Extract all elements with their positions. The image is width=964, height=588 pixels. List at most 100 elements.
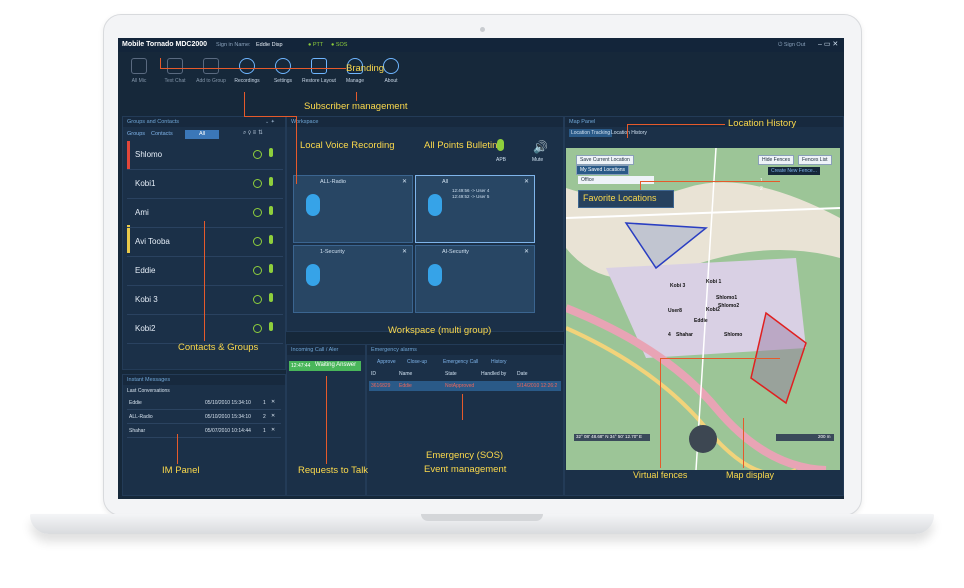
contact-item[interactable]: Kobi1	[127, 170, 283, 199]
close-icon[interactable]: ✕	[402, 248, 407, 255]
group-tile[interactable]: 1-Security ✕	[293, 245, 413, 313]
close-icon[interactable]: ✕	[524, 248, 529, 255]
restore-layout-button[interactable]: Restore Layout	[302, 56, 336, 96]
contact-item[interactable]: Ami	[127, 199, 283, 228]
user-marker-label[interactable]: Shlomo2	[718, 303, 739, 309]
virtual-fences-annotation: Virtual fences	[633, 470, 688, 480]
locate-icon[interactable]	[253, 179, 262, 188]
history-button[interactable]: History	[491, 359, 507, 365]
contact-item[interactable]: Eddie	[127, 257, 283, 286]
approve-button[interactable]: Approve	[377, 359, 396, 365]
user-marker-label[interactable]: Eddie	[694, 318, 708, 324]
close-icon[interactable]: ✕	[271, 427, 275, 433]
locate-icon[interactable]	[253, 150, 262, 159]
user-name: Eddie Disp	[256, 42, 283, 48]
alarm-state: NotApproved	[445, 383, 475, 389]
apb-mic-icon[interactable]	[497, 139, 504, 151]
user-marker-label[interactable]: User8	[668, 308, 682, 314]
mic-icon[interactable]	[306, 264, 320, 286]
locate-icon[interactable]	[253, 237, 262, 246]
tab-contacts[interactable]: Contacts	[151, 130, 179, 139]
mic-icon[interactable]	[269, 293, 273, 302]
im-row[interactable]: Eddie 05/10/2010 15:34:10 1 ✕	[127, 397, 281, 410]
user-marker-label[interactable]: Kobi2	[706, 307, 720, 313]
emergency-call-button[interactable]: Emergency Call	[443, 359, 478, 365]
close-icon[interactable]: ✕	[271, 399, 275, 405]
save-location-button[interactable]: Save Current Location	[576, 155, 634, 165]
contact-item[interactable]: Avi Tooba	[127, 228, 283, 257]
speaker-icon[interactable]: 🔊	[533, 140, 548, 154]
panel-controls[interactable]: ⌄ ✦	[265, 119, 275, 125]
contact-item[interactable]: Shlomo	[127, 141, 283, 170]
mic-icon[interactable]	[269, 264, 273, 273]
mic-icon[interactable]	[428, 194, 442, 216]
about-label: About	[384, 78, 398, 84]
contact-item[interactable]: Kobi2	[127, 315, 283, 344]
fences-list-button[interactable]: Fences List	[798, 155, 832, 165]
locate-icon[interactable]	[253, 208, 262, 217]
alarm-row[interactable]: 3616829 Eddie NotApproved 5/14/2010 12:2…	[369, 381, 561, 391]
user-marker-label[interactable]: Shahar	[676, 332, 693, 338]
user-marker-label[interactable]: Shlomo1	[716, 295, 737, 301]
callout-line	[244, 92, 245, 116]
sign-out-button[interactable]: ⏻ Sign Out	[778, 42, 805, 49]
im-row[interactable]: ALL-Radio 05/10/2010 15:34:10 2 ✕	[127, 411, 281, 424]
close-icon[interactable]: ✕	[271, 413, 275, 419]
mic-icon[interactable]	[269, 206, 273, 215]
locate-icon[interactable]	[253, 324, 262, 333]
close-up-button[interactable]: Close-up	[407, 359, 427, 365]
manage-button[interactable]: Manage	[338, 56, 372, 96]
info-icon	[383, 58, 399, 74]
recordings-button[interactable]: Recordings	[230, 56, 264, 96]
callout-line	[627, 124, 725, 125]
text-chat-button[interactable]: Text Chat	[158, 56, 192, 96]
search-icon[interactable]: ⌕ ⚲ ≡ ⇅	[243, 130, 263, 137]
tile-name: ALL-Radio	[320, 179, 346, 185]
tab-all[interactable]: All	[185, 130, 219, 139]
fence-item[interactable]: 2	[760, 186, 763, 192]
apb-annotation: All Points Bulletin	[424, 140, 498, 151]
mic-icon[interactable]	[306, 194, 320, 216]
close-icon[interactable]: ✕	[402, 178, 407, 185]
mic-icon[interactable]	[269, 177, 273, 186]
im-date: 05/10/2010 15:34:10	[205, 400, 251, 406]
im-row[interactable]: Shahar 05/07/2010 10:14:44 1 ✕	[127, 425, 281, 438]
workspace-header: Workspace	[287, 117, 563, 127]
event-annotation: Event management	[424, 464, 507, 475]
user-marker-label[interactable]: Shlomo	[724, 332, 742, 338]
map-panel-header: Map Panel	[565, 117, 843, 127]
contact-item[interactable]: Kobi 3	[127, 286, 283, 315]
locate-icon[interactable]	[253, 295, 262, 304]
group-tile[interactable]: All 12:49:56 -> User 4 12:49:52 -> User …	[415, 175, 535, 243]
branding-annotation: Branding	[346, 63, 385, 74]
create-fence-link[interactable]: Create New Fence...	[768, 167, 820, 175]
user-marker-label[interactable]: Kobi 3	[670, 283, 685, 289]
about-button[interactable]: About	[374, 56, 408, 96]
mic-icon[interactable]	[428, 264, 442, 286]
mic-icon[interactable]	[269, 148, 273, 157]
group-tile[interactable]: ALL-Radio ✕	[293, 175, 413, 243]
all-mic-button[interactable]: All Mic	[122, 56, 156, 96]
app-title: Mobile Tornado MDC2000	[122, 41, 208, 48]
locate-icon[interactable]	[253, 266, 262, 275]
hide-fences-button[interactable]: Hide Fences	[758, 155, 795, 165]
incoming-time: 12:47:44	[291, 363, 311, 369]
mic-icon[interactable]	[269, 322, 273, 331]
waiting-answer-row[interactable]: 12:47:44 Waiting Answer	[289, 361, 361, 371]
tab-location-tracking[interactable]: Location Tracking	[569, 129, 613, 137]
tab-groups[interactable]: Groups	[127, 130, 149, 139]
user-marker-label[interactable]: 4	[668, 332, 671, 338]
tab-location-history[interactable]: Location History	[611, 130, 647, 136]
settings-button[interactable]: Settings	[266, 56, 300, 96]
user-marker-label[interactable]: Kobi 1	[706, 279, 721, 285]
add-to-group-button[interactable]: Add to Group	[194, 56, 228, 96]
my-locations-dropdown[interactable]: My Saved Locations	[576, 165, 630, 175]
mic-icon	[131, 58, 147, 74]
window-controls[interactable]: – ▭ ✕	[818, 40, 838, 48]
close-icon[interactable]: ✕	[524, 178, 529, 185]
col-name: Name	[399, 371, 413, 377]
group-tile[interactable]: AI-Security ✕	[415, 245, 535, 313]
mic-icon[interactable]	[269, 235, 273, 244]
location-office[interactable]: Office	[578, 176, 654, 184]
restore-layout-label: Restore Layout	[302, 78, 336, 84]
